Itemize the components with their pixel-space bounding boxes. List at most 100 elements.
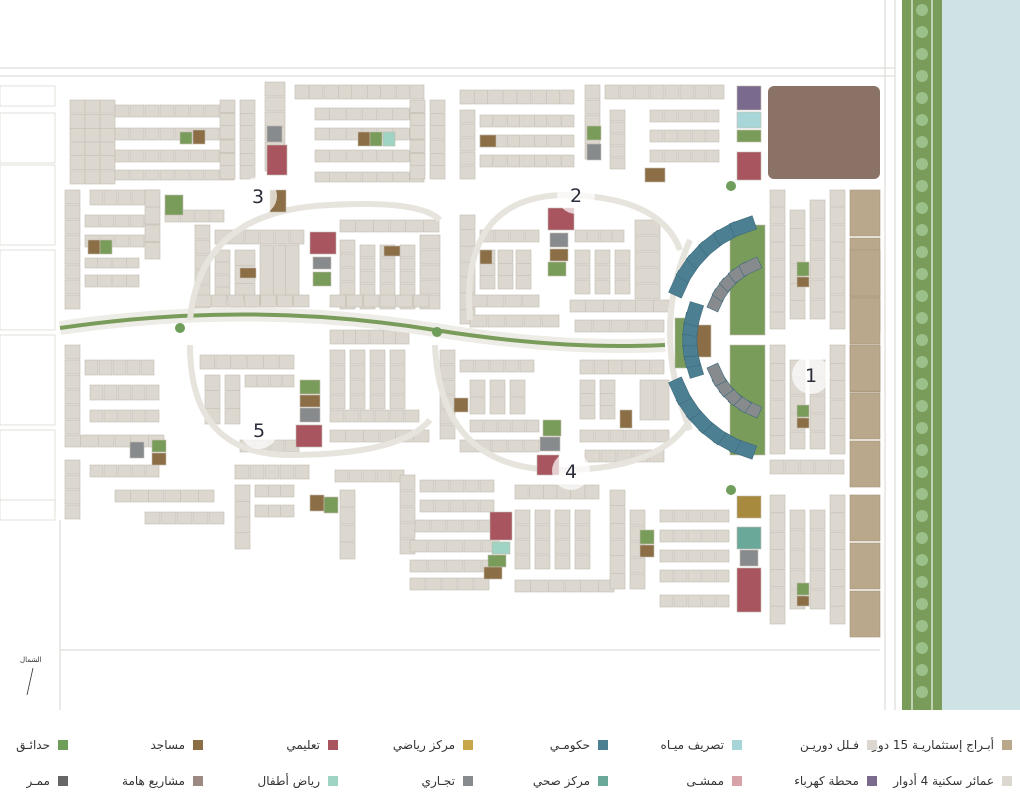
villa-plot xyxy=(339,489,356,507)
villa-plot xyxy=(409,99,426,113)
mosque-parcel xyxy=(549,248,569,262)
villa-plot xyxy=(462,519,479,533)
villa-plot xyxy=(413,294,430,308)
villa-plot xyxy=(129,234,145,248)
villa-plot xyxy=(649,109,664,123)
villa-plot xyxy=(829,363,846,381)
legend-item: تجـاري xyxy=(422,774,473,788)
villa-plot xyxy=(84,274,99,288)
park-parcel xyxy=(586,125,602,141)
villa-plot xyxy=(64,249,81,265)
villa-plot xyxy=(603,299,620,313)
villa-plot xyxy=(144,207,161,225)
villa-plot xyxy=(198,489,215,503)
zone-label-5: 5 xyxy=(253,420,265,442)
villa-plot xyxy=(679,84,695,100)
villa-plot xyxy=(64,264,81,280)
villa-plot xyxy=(584,84,601,100)
mosque-parcel xyxy=(309,494,325,512)
villa-plot xyxy=(628,319,647,333)
villa-plot xyxy=(622,359,636,375)
villa-plot xyxy=(314,149,331,163)
villa-plot xyxy=(561,154,575,168)
villa-plot xyxy=(64,419,81,435)
villa-plot xyxy=(103,409,118,423)
villa-plot xyxy=(506,134,521,148)
park-parcel xyxy=(164,194,184,216)
villa-plot xyxy=(194,224,211,240)
villa-plot xyxy=(377,171,393,183)
park-parcel xyxy=(151,439,167,453)
villa-plot xyxy=(219,126,236,140)
villa-plot xyxy=(469,379,486,397)
commercial-parcel xyxy=(586,143,602,161)
villa-plot xyxy=(614,279,631,295)
villa-plot xyxy=(231,354,247,370)
left-strip-plot xyxy=(0,85,56,107)
tower-parcel xyxy=(849,494,881,542)
villa-plot xyxy=(425,577,442,591)
villa-plot xyxy=(789,509,806,530)
villa-plot xyxy=(604,84,620,100)
villa-plot xyxy=(439,364,456,380)
villa-plot xyxy=(491,439,508,453)
villa-plot xyxy=(489,397,506,415)
villa-plot xyxy=(84,128,101,142)
park-parcel xyxy=(796,404,810,418)
villa-plot xyxy=(789,529,806,550)
tree xyxy=(916,114,928,126)
villa-plot xyxy=(330,127,346,141)
villa-plot xyxy=(89,409,104,423)
legend-label: تعليمي xyxy=(286,738,320,752)
villa-plot xyxy=(789,301,806,320)
villa-plot xyxy=(204,169,220,181)
tree xyxy=(916,576,928,588)
villa-plot xyxy=(497,419,512,433)
villa-plot xyxy=(69,128,86,142)
tree xyxy=(916,334,928,346)
villa-plot xyxy=(409,559,428,573)
left-strip-plot xyxy=(0,429,56,511)
villa-plot xyxy=(594,249,611,265)
villa-plot xyxy=(174,104,190,118)
mosque-parcel xyxy=(796,276,810,288)
villa-plot xyxy=(829,189,846,207)
villa-plot xyxy=(533,154,548,168)
villa-plot xyxy=(560,89,575,105)
tower-parcel xyxy=(849,189,881,237)
villa-plot xyxy=(429,139,446,153)
villa-plot xyxy=(379,257,396,271)
villa-plot xyxy=(409,153,426,166)
villa-plot xyxy=(789,209,806,228)
villa-plot xyxy=(393,171,409,183)
villa-plot xyxy=(377,149,393,163)
villa-plot xyxy=(114,214,130,228)
villa-plot xyxy=(81,434,98,448)
tree xyxy=(916,26,928,38)
villa-plot xyxy=(224,408,241,425)
villa-plot xyxy=(264,96,286,112)
villa-plot xyxy=(362,469,377,483)
villa-plot xyxy=(192,511,209,525)
villa-plot xyxy=(344,409,360,423)
villa-plot xyxy=(659,529,674,543)
villa-plot xyxy=(112,257,126,269)
villa-plot xyxy=(574,554,591,570)
villa-plot xyxy=(410,84,425,100)
roundabout xyxy=(432,327,442,337)
legend-item: أبـراج إستثماريـة 15 دور xyxy=(872,738,1012,752)
zone-label-4: 4 xyxy=(565,461,577,483)
villa-plot xyxy=(579,406,596,420)
legend-item: ممـر xyxy=(26,774,68,788)
villa-plot xyxy=(114,127,130,141)
villa-plot xyxy=(809,529,826,550)
villa-plot xyxy=(809,395,826,414)
tree xyxy=(916,510,928,522)
legend-label: تصريف ميـاه xyxy=(660,738,724,752)
commercial-parcel xyxy=(299,407,321,423)
mosque-parcel xyxy=(796,595,810,607)
villa-plot xyxy=(520,114,534,128)
villa-plot xyxy=(677,109,692,123)
power-station-parcel xyxy=(736,85,762,111)
villa-plot xyxy=(634,251,661,268)
